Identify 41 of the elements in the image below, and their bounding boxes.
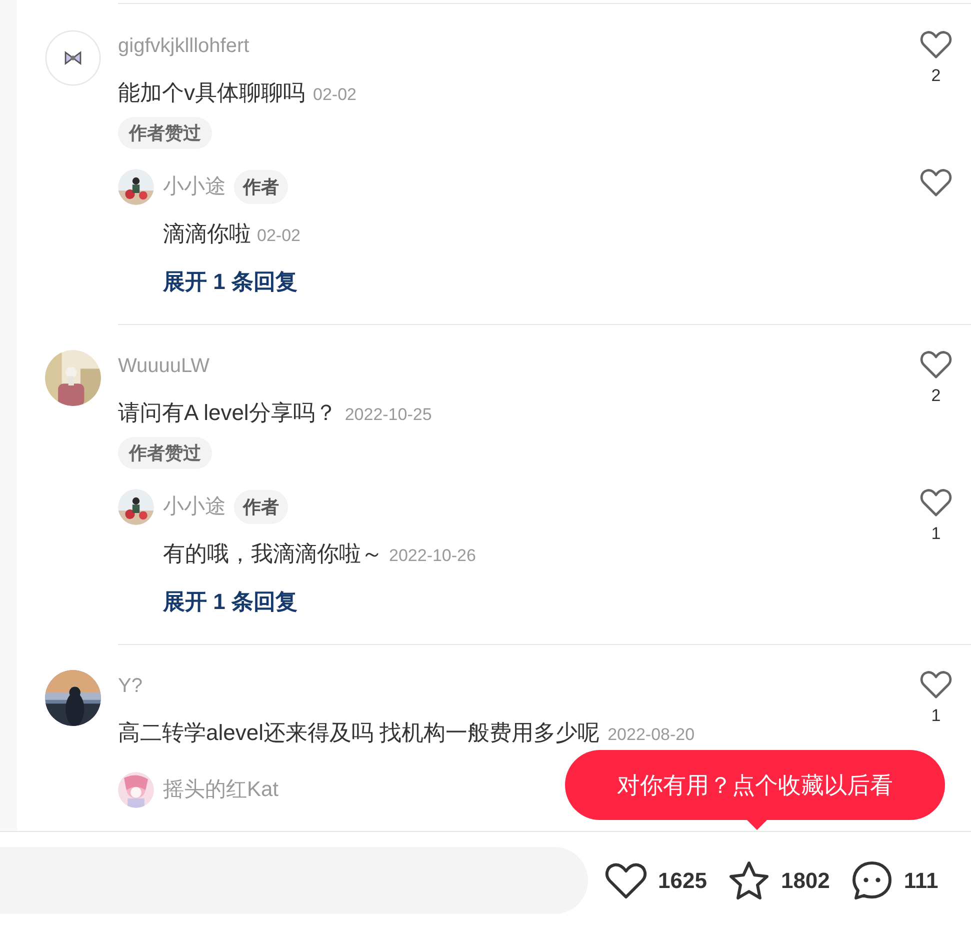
heart-icon[interactable] xyxy=(920,488,952,517)
like-count: 1 xyxy=(931,705,941,727)
comment-text: 请问有A level分享吗？ xyxy=(118,399,337,427)
reply-text: 滴滴你啦 xyxy=(163,220,251,248)
reply-text: 有的哦，我滴滴你啦～ xyxy=(163,540,383,568)
comment-text: 能加个v具体聊聊吗 xyxy=(118,79,305,107)
comment-date: 2022-10-25 xyxy=(344,404,432,426)
count: 111 xyxy=(904,867,938,895)
author-badge: 作者 xyxy=(234,170,288,204)
username[interactable]: gigfvkjklllohfert xyxy=(118,30,250,62)
comment-button[interactable]: 111 xyxy=(850,858,938,902)
heart-icon[interactable] xyxy=(920,670,952,699)
username[interactable]: WuuuuLW xyxy=(118,350,210,382)
heart-icon[interactable] xyxy=(920,168,952,197)
like-count: 2 xyxy=(931,65,941,87)
speech-bubble-icon xyxy=(850,858,894,902)
username[interactable]: 小小途 xyxy=(163,491,226,523)
author-liked-tag: 作者赞过 xyxy=(118,117,212,149)
comment-date: 2022-08-20 xyxy=(608,724,695,746)
heart-icon[interactable] xyxy=(920,350,952,379)
heart-icon[interactable] xyxy=(920,30,952,59)
reply-date: 02-02 xyxy=(257,225,300,247)
count: 1625 xyxy=(658,867,707,895)
comment-date: 02-02 xyxy=(313,84,356,106)
tooltip: 对你有用？点个收藏以后看 xyxy=(565,750,945,820)
username[interactable]: Y? xyxy=(118,670,142,702)
author-liked-tag: 作者赞过 xyxy=(118,437,212,469)
author-badge: 作者 xyxy=(234,490,288,524)
reply-date: 2022-10-26 xyxy=(389,545,476,567)
expand-replies-link[interactable]: 展开 1 条回复 xyxy=(163,266,298,298)
like-count: 1 xyxy=(931,523,941,545)
expand-replies-link[interactable]: 展开 1 条回复 xyxy=(163,586,298,618)
count: 1802 xyxy=(780,867,830,895)
tooltip-pointer xyxy=(745,818,769,832)
like-button[interactable]: 1625 xyxy=(604,858,707,902)
collect-button[interactable]: 1802 xyxy=(726,858,830,902)
username[interactable]: 小小途 xyxy=(163,171,226,203)
username[interactable]: 摇头的红Kat xyxy=(163,774,279,806)
like-count: 2 xyxy=(931,385,941,407)
star-icon xyxy=(726,858,771,902)
comment-text: 高二转学alevel还来得及吗 找机构一般费用多少呢 xyxy=(118,719,600,747)
